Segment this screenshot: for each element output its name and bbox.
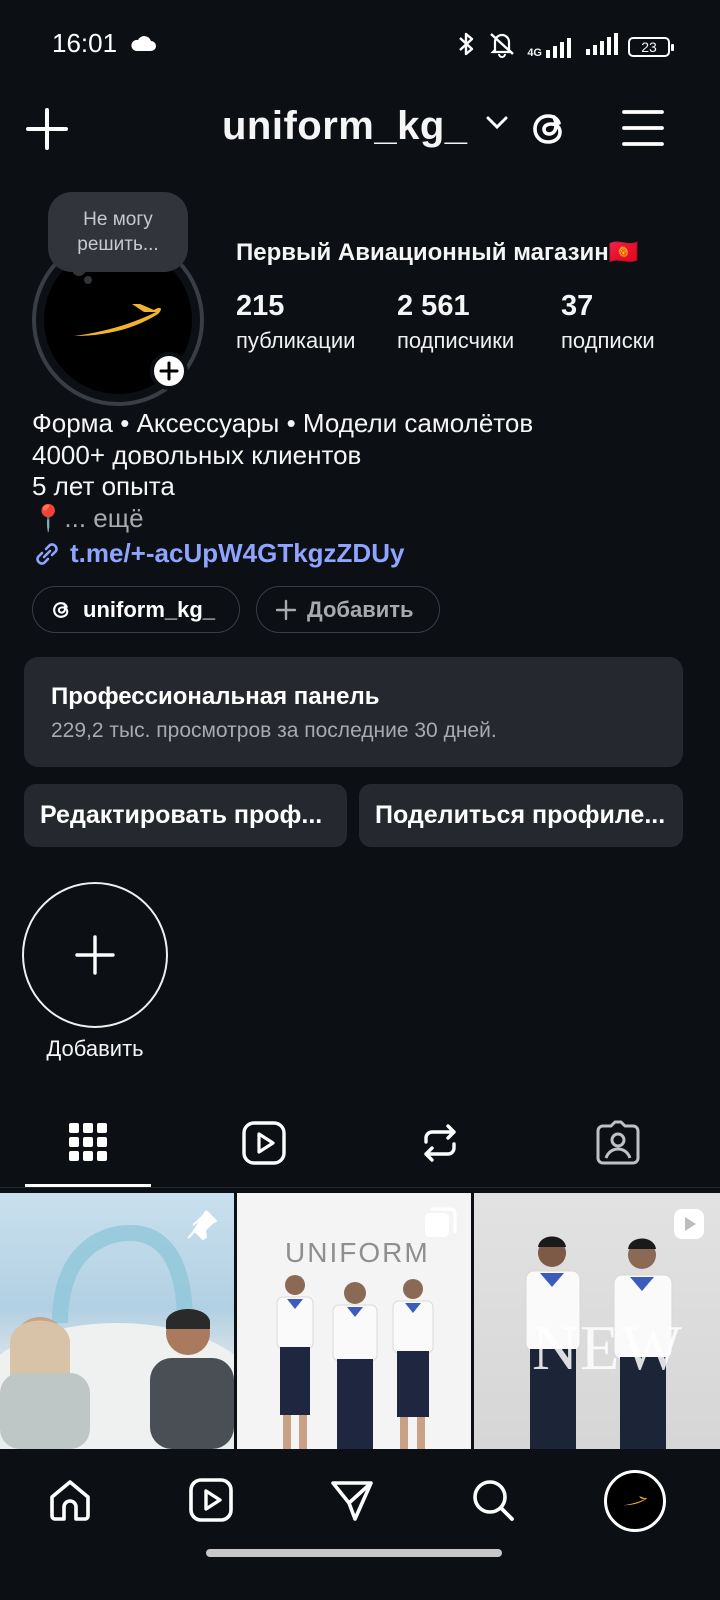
profile-display-name: Первый Авиационный магазин🇰🇬 <box>236 239 639 266</box>
bio-more[interactable]: 📍... ещё <box>32 503 533 535</box>
profile-link[interactable]: t.me/+-acUpW4GTkgzZDUy <box>32 538 404 569</box>
followers-count[interactable]: 2 561 <box>397 290 470 323</box>
followers-label[interactable]: подписчики <box>397 328 514 354</box>
note-line-1: Не могу <box>83 209 153 230</box>
threads-icon[interactable] <box>530 108 570 155</box>
pro-panel-subtitle: 229,2 тыс. просмотров за последние 30 дн… <box>51 719 497 742</box>
cloud-icon <box>130 34 156 57</box>
search-icon <box>473 1480 514 1521</box>
bluetooth-icon <box>455 30 477 63</box>
signal-4g-icon: 4G <box>527 36 576 58</box>
status-time: 16:01 <box>52 28 118 58</box>
add-chip-label: Добавить <box>307 596 414 622</box>
bio-line: Форма • Аксессуары • Модели самолётов <box>32 408 534 438</box>
professional-dashboard[interactable]: Профессиональная панель 229,2 тыс. просм… <box>24 657 683 767</box>
note-bubble-dot <box>72 262 86 276</box>
posts-count[interactable]: 215 <box>236 290 284 323</box>
add-story-button[interactable] <box>150 352 188 390</box>
nav-search[interactable] <box>463 1470 523 1530</box>
pro-panel-title: Профессиональная панель <box>51 683 380 710</box>
nav-home[interactable] <box>40 1470 100 1530</box>
bio-line: 5 лет опыта <box>32 471 175 501</box>
bio-more-link[interactable]: ... ещё <box>64 503 143 533</box>
new-highlight-label: Добавить <box>46 1036 144 1061</box>
reels-icon <box>189 1478 233 1522</box>
tagged-person-icon <box>596 1120 640 1165</box>
bio-line: 4000+ довольных клиентов <box>32 439 362 470</box>
new-highlight-button[interactable] <box>22 882 168 1028</box>
nav-direct[interactable] <box>322 1470 382 1530</box>
note-line-2: решить... <box>77 234 159 255</box>
note-bubble[interactable]: Не могу решить... <box>48 192 188 272</box>
edit-profile-button[interactable]: Редактировать проф... <box>24 784 347 847</box>
chevron-down-icon[interactable] <box>486 116 508 135</box>
network-type: 4G <box>527 46 542 59</box>
threads-icon <box>53 601 69 618</box>
mute-bell-icon <box>487 30 517 63</box>
nav-profile-avatar[interactable] <box>604 1470 666 1532</box>
threads-profile-chip[interactable]: uniform_kg_ <box>32 586 240 633</box>
post-thumbnail[interactable] <box>0 1193 234 1449</box>
nav-reels[interactable] <box>181 1470 241 1530</box>
tab-divider <box>0 1187 720 1188</box>
grid-icon <box>69 1123 107 1161</box>
status-icons: 4G 23 <box>455 30 674 63</box>
send-icon <box>331 1481 373 1521</box>
airplane-logo-icon <box>623 1496 647 1506</box>
gesture-bar[interactable] <box>206 1549 502 1557</box>
reels-icon <box>672 1207 706 1246</box>
tab-reels[interactable] <box>176 1118 352 1168</box>
following-label[interactable]: подписки <box>561 328 655 354</box>
carousel-icon <box>423 1207 457 1246</box>
following-count[interactable]: 37 <box>561 290 593 323</box>
post-thumbnail[interactable]: NEW <box>474 1193 720 1449</box>
post-thumbnail[interactable]: UNIFORM <box>237 1193 471 1449</box>
repost-icon <box>424 1124 456 1162</box>
profile-link-text[interactable]: t.me/+-acUpW4GTkgzZDUy <box>70 538 404 569</box>
plus-icon <box>275 599 297 620</box>
share-profile-button[interactable]: Поделиться профиле... <box>359 784 683 847</box>
threads-chip-label: uniform_kg_ <box>83 596 216 622</box>
battery-indicator: 23 <box>628 36 674 57</box>
tab-tagged[interactable] <box>530 1118 706 1168</box>
account-username[interactable]: uniform_kg_ <box>222 104 468 149</box>
post-overlay-text: NEW <box>532 1312 684 1383</box>
signal-icon <box>586 33 618 60</box>
profile-bio: Форма • Аксессуары • Модели самолётов 40… <box>32 408 533 534</box>
link-icon <box>36 542 58 565</box>
menu-icon[interactable] <box>622 108 664 153</box>
reels-icon <box>242 1121 286 1165</box>
plus-icon <box>75 935 115 975</box>
home-icon <box>50 1480 90 1521</box>
pin-icon <box>184 1207 220 1248</box>
add-link-chip[interactable]: Добавить <box>256 586 440 633</box>
note-bubble-dot-small <box>84 276 92 284</box>
tab-posts-grid[interactable] <box>0 1118 176 1168</box>
posts-label[interactable]: публикации <box>236 328 355 354</box>
post-brand-text: UNIFORM <box>285 1237 430 1268</box>
tab-reposts[interactable] <box>352 1118 528 1168</box>
create-post-button[interactable] <box>26 108 68 155</box>
pin-icon: 📍 <box>32 502 65 533</box>
